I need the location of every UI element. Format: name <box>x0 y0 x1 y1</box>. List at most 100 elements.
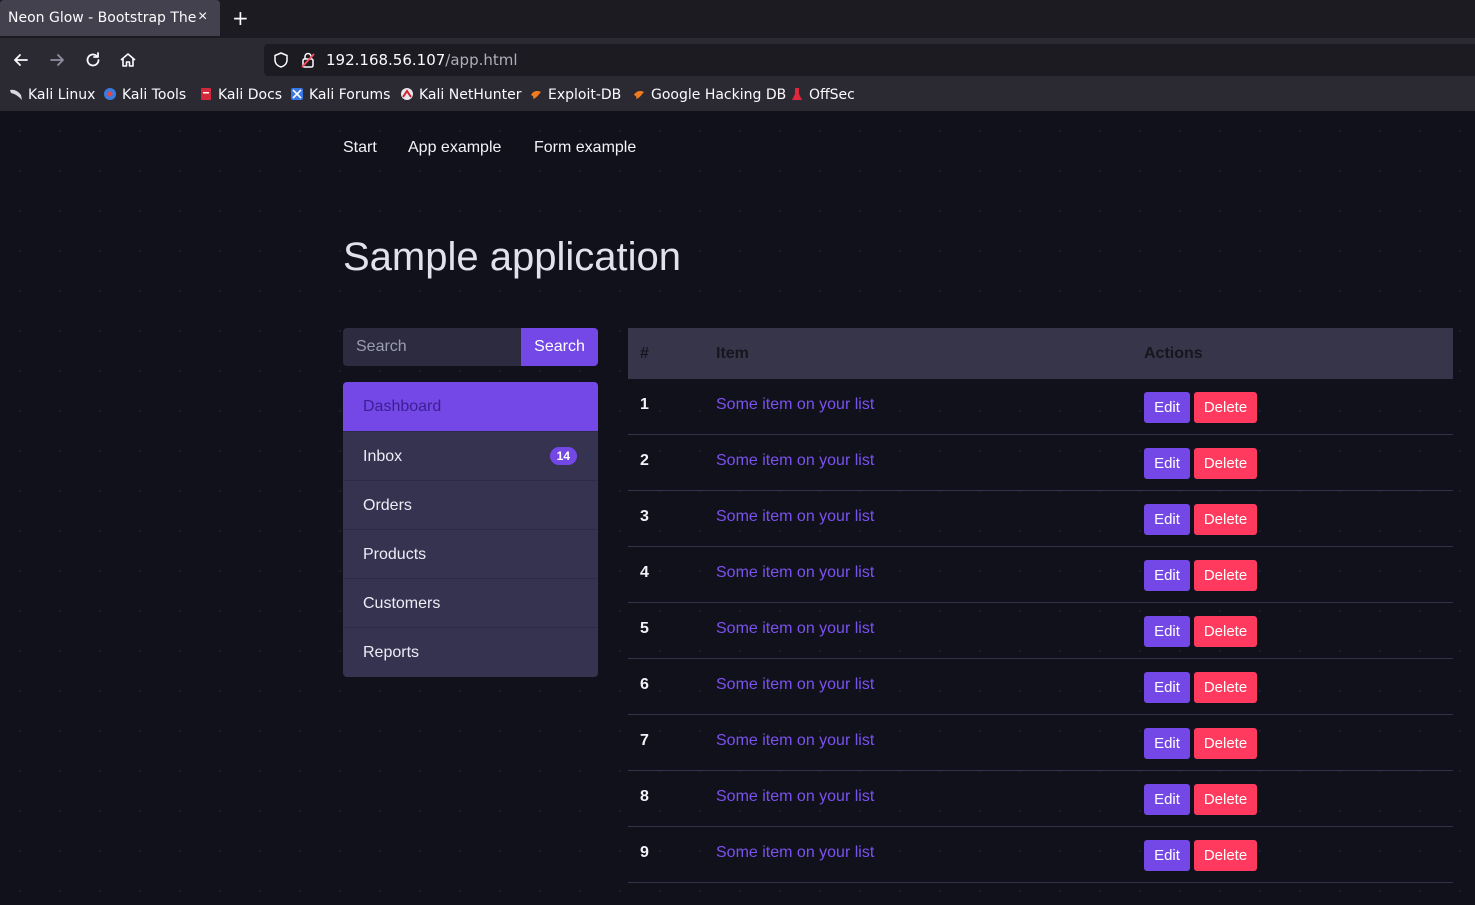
table-row: 2 Some item on your list Edit Delete <box>628 435 1453 491</box>
item-link[interactable]: Some item on your list <box>716 508 874 526</box>
bookmark-label: Kali Docs <box>218 87 283 103</box>
bookmark-offsec[interactable]: OffSec <box>790 87 855 103</box>
bookmark-kali-nethunter[interactable]: Kali NetHunter <box>400 87 521 103</box>
table-row: 5 Some item on your list Edit Delete <box>628 603 1453 659</box>
offsec-icon <box>792 88 802 100</box>
url-bar[interactable]: 192.168.56.107/app.html <box>264 44 1475 76</box>
new-tab-icon[interactable]: + <box>232 6 249 30</box>
edit-button[interactable]: Edit <box>1144 504 1190 535</box>
search-button[interactable]: Search <box>521 328 598 366</box>
bookmark-kali-docs[interactable]: Kali Docs <box>199 87 282 103</box>
delete-button[interactable]: Delete <box>1194 728 1257 759</box>
exploit-db-icon <box>531 91 541 99</box>
kali-docs-icon <box>201 88 211 100</box>
ghdb-icon <box>634 91 644 99</box>
table-row: 7 Some item on your list Edit Delete <box>628 715 1453 771</box>
sidebar-item-products[interactable]: Products <box>343 530 598 579</box>
url-text: 192.168.56.107/app.html <box>326 51 518 69</box>
tab-close-icon[interactable]: × <box>198 8 207 26</box>
edit-button[interactable]: Edit <box>1144 672 1190 703</box>
table-row: 1 Some item on your list Edit Delete <box>628 379 1453 435</box>
row-number: 6 <box>640 676 649 693</box>
reload-icon[interactable] <box>83 50 103 70</box>
bookmark-label: Kali NetHunter <box>419 87 522 103</box>
edit-button[interactable]: Edit <box>1144 560 1190 591</box>
forward-arrow-icon[interactable] <box>47 50 67 70</box>
sidebar-item-label: Customers <box>363 595 441 612</box>
delete-button[interactable]: Delete <box>1194 616 1257 647</box>
sidebar-item-label: Inbox <box>363 448 403 465</box>
home-icon[interactable] <box>118 50 138 70</box>
edit-button[interactable]: Edit <box>1144 392 1190 423</box>
page-title: Sample application <box>343 235 681 279</box>
edit-button[interactable]: Edit <box>1144 448 1190 479</box>
row-number: 7 <box>640 732 649 749</box>
nav-link-form-example[interactable]: Form example <box>534 139 636 157</box>
edit-button[interactable]: Edit <box>1144 728 1190 759</box>
page-content: Start App example Form example Sample ap… <box>0 111 1475 905</box>
bookmark-kali-linux[interactable]: Kali Linux <box>9 87 95 103</box>
row-number: 4 <box>640 564 649 581</box>
item-link[interactable]: Some item on your list <box>716 844 874 862</box>
delete-button[interactable]: Delete <box>1194 392 1257 423</box>
row-number: 5 <box>640 620 649 637</box>
nav-link-app-example[interactable]: App example <box>408 139 501 157</box>
browser-tab[interactable]: Neon Glow - Bootstrap Theme × <box>0 0 220 36</box>
url-host: 192.168.56.107 <box>326 51 446 69</box>
delete-button[interactable]: Delete <box>1194 560 1257 591</box>
item-link[interactable]: Some item on your list <box>716 396 874 414</box>
edit-button[interactable]: Edit <box>1144 840 1190 871</box>
bookmark-kali-forums[interactable]: Kali Forums <box>290 87 390 103</box>
bookmark-label: Kali Forums <box>309 87 391 103</box>
item-link[interactable]: Some item on your list <box>716 676 874 694</box>
kali-tools-icon <box>104 88 116 100</box>
bookmark-kali-tools[interactable]: Kali Tools <box>103 87 186 103</box>
row-number: 9 <box>640 844 649 861</box>
nethunter-icon <box>401 88 413 100</box>
item-link[interactable]: Some item on your list <box>716 788 874 806</box>
table-header: # Item Actions <box>628 328 1453 379</box>
edit-button[interactable]: Edit <box>1144 784 1190 815</box>
bookmark-label: Kali Tools <box>122 87 187 103</box>
sidebar-item-label: Products <box>363 546 427 563</box>
shield-icon[interactable] <box>272 51 290 69</box>
delete-button[interactable]: Delete <box>1194 672 1257 703</box>
table-row: 6 Some item on your list Edit Delete <box>628 659 1453 715</box>
bookmark-label: Kali Linux <box>28 87 96 103</box>
row-number: 3 <box>640 508 649 525</box>
row-number: 1 <box>640 396 649 413</box>
row-number: 2 <box>640 452 649 469</box>
tab-title: Neon Glow - Bootstrap Theme <box>8 10 196 26</box>
sidebar-item-label: Reports <box>363 644 420 661</box>
nav-link-start[interactable]: Start <box>343 139 377 157</box>
bookmarks-bar: Kali Linux Kali Tools Kali Docs Kali For… <box>0 82 1475 111</box>
table-row: 9 Some item on your list Edit Delete <box>628 827 1453 883</box>
bookmark-label: Exploit-DB <box>548 87 622 103</box>
insecure-lock-icon[interactable] <box>300 51 316 69</box>
url-path: /app.html <box>445 51 518 69</box>
sidebar-item-inbox[interactable]: Inbox 14 <box>343 432 598 481</box>
sidebar-item-reports[interactable]: Reports <box>343 628 598 677</box>
delete-button[interactable]: Delete <box>1194 504 1257 535</box>
bookmark-google-hacking-db[interactable]: Google Hacking DB <box>632 87 786 103</box>
search-input[interactable] <box>343 328 521 366</box>
item-link[interactable]: Some item on your list <box>716 564 874 582</box>
bookmark-label: Google Hacking DB <box>651 87 787 103</box>
sidebar-item-label: Orders <box>363 497 412 514</box>
table-row: 4 Some item on your list Edit Delete <box>628 547 1453 603</box>
item-link[interactable]: Some item on your list <box>716 732 874 750</box>
item-link[interactable]: Some item on your list <box>716 620 874 638</box>
sidebar-item-orders[interactable]: Orders <box>343 481 598 530</box>
sidebar-item-dashboard[interactable]: Dashboard <box>343 382 598 432</box>
delete-button[interactable]: Delete <box>1194 840 1257 871</box>
sidebar-item-customers[interactable]: Customers <box>343 579 598 628</box>
sidebar-menu: Dashboard Inbox 14 Orders Products Custom… <box>343 382 598 677</box>
kali-forums-icon <box>291 88 303 100</box>
delete-button[interactable]: Delete <box>1194 448 1257 479</box>
delete-button[interactable]: Delete <box>1194 784 1257 815</box>
edit-button[interactable]: Edit <box>1144 616 1190 647</box>
item-link[interactable]: Some item on your list <box>716 452 874 470</box>
back-arrow-icon[interactable] <box>11 50 31 70</box>
bookmark-exploit-db[interactable]: Exploit-DB <box>529 87 621 103</box>
column-header-item: Item <box>716 345 749 362</box>
